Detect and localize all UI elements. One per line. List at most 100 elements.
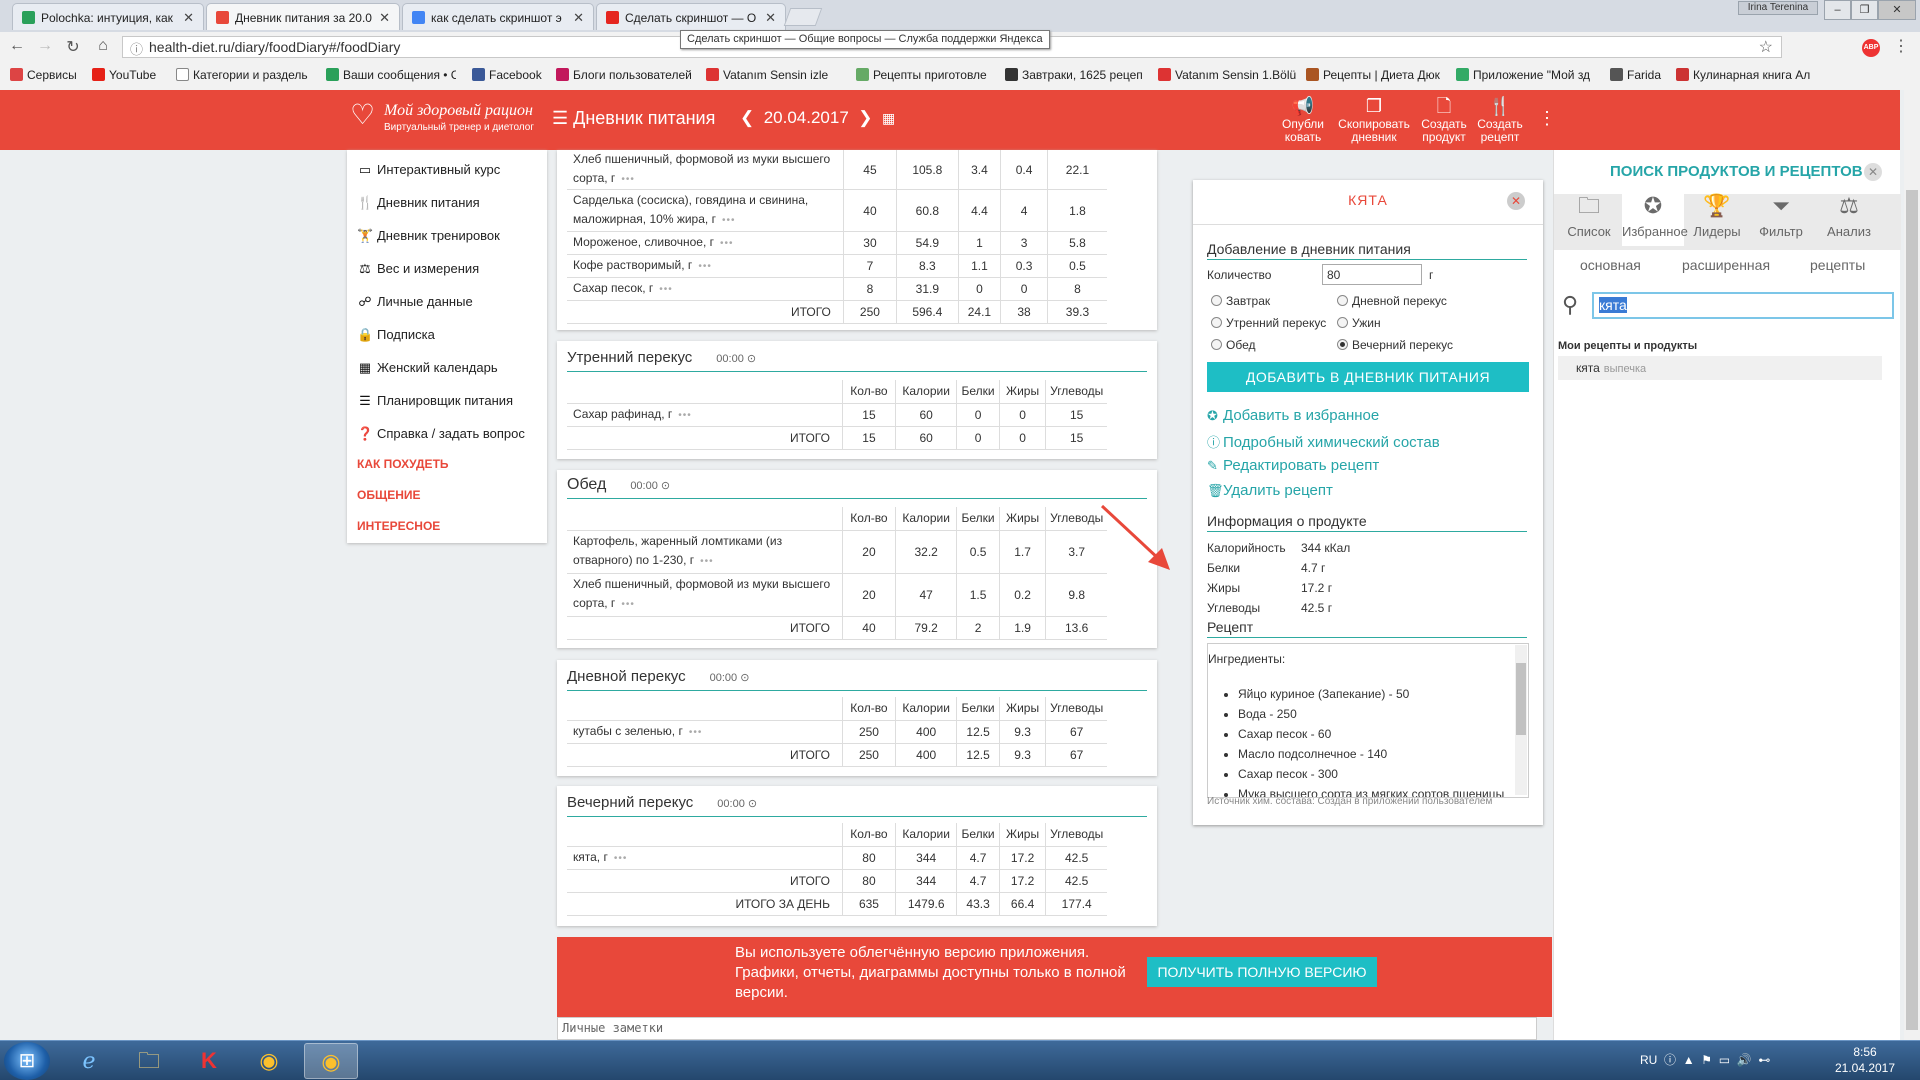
scroll-thumb[interactable] [1516, 663, 1526, 735]
bookmark-breakfasts[interactable]: Завтраки, 1625 рецеп [1005, 68, 1147, 82]
home-icon[interactable]: ⌂ [92, 37, 114, 55]
add-to-diary-button[interactable]: ДОБАВИТЬ В ДНЕВНИК ПИТАНИЯ [1207, 362, 1529, 392]
radio-lunch[interactable]: Обед [1211, 338, 1255, 352]
bookmark-vatanim-2[interactable]: Vatanım Sensin 1.Bölü [1158, 68, 1298, 82]
browser-tab-2[interactable]: Дневник питания за 20.0 ✕ [206, 3, 400, 30]
minimize-icon[interactable]: – [1824, 0, 1851, 20]
cell-qty[interactable]: 40 [842, 189, 897, 232]
tab-leaders[interactable]: 🏆 Лидеры [1686, 195, 1748, 240]
create-product-button[interactable]: 🗋 Создать продукт [1418, 96, 1470, 144]
recipe-scrollbar[interactable] [1515, 645, 1527, 795]
radio-day-snack[interactable]: Дневной перекус [1337, 294, 1447, 308]
tab-analysis[interactable]: ⚖ Анализ [1814, 195, 1884, 240]
language-indicator[interactable]: RU [1640, 1053, 1657, 1067]
bookmark-messages[interactable]: Ваши сообщения • С [326, 68, 456, 82]
search-input[interactable]: кята [1592, 292, 1894, 319]
page-scrollbar[interactable] [1904, 90, 1920, 1040]
close-icon[interactable]: ✕ [1864, 163, 1882, 181]
flag-icon[interactable]: ⚑ [1701, 1053, 1712, 1067]
sidebar-item-help[interactable]: ❓ Справка / задать вопрос [357, 426, 525, 442]
product-name[interactable]: Сахар песок, г ••• [567, 277, 844, 301]
meal-time[interactable]: 00:00 ⊙ [717, 798, 757, 810]
radio-dinner[interactable]: Ужин [1337, 316, 1381, 330]
browser-tab-3[interactable]: как сделать скриншот э ✕ [402, 3, 594, 30]
sidebar-item-course[interactable]: ▭ Интерактивный курс [357, 162, 500, 178]
chrome-active-icon[interactable]: ◉ [304, 1043, 358, 1079]
more-options-icon[interactable]: ••• [621, 174, 635, 185]
bookmark-farida[interactable]: Farida [1610, 68, 1674, 82]
sidebar-item-weight[interactable]: ⚖ Вес и измерения [357, 261, 479, 277]
link-edit-recipe[interactable]: ✎ Редактировать рецепт [1207, 457, 1379, 474]
kaspersky-icon[interactable]: K [182, 1043, 236, 1079]
sidebar-item-training[interactable]: 🏋 Дневник тренировок [357, 228, 500, 244]
more-options-icon[interactable]: ••• [720, 238, 734, 249]
cell-qty[interactable]: 7 [842, 254, 897, 278]
close-window-icon[interactable]: ✕ [1878, 0, 1916, 20]
meal-time[interactable]: 00:00 ⊙ [710, 672, 750, 684]
scroll-thumb[interactable] [1906, 190, 1918, 1030]
notes-field[interactable]: Личные заметки [557, 1017, 1537, 1040]
get-full-version-button[interactable]: ПОЛУЧИТЬ ПОЛНУЮ ВЕРСИЮ [1147, 957, 1377, 987]
next-day-icon[interactable]: ❯ [858, 108, 872, 127]
sidebar-item-planner[interactable]: ☰ Планировщик питания [357, 393, 513, 409]
link-how-to-lose-weight[interactable]: КАК ПОХУДЕТЬ [357, 457, 449, 471]
cell-qty[interactable]: 250 [841, 720, 896, 744]
close-tab-icon[interactable]: ✕ [573, 10, 584, 26]
product-name[interactable]: Сахар рафинад, г ••• [567, 403, 843, 427]
back-icon[interactable]: ← [6, 37, 28, 55]
cell-qty[interactable]: 45 [842, 150, 897, 190]
help-icon[interactable]: ⓘ [1664, 1053, 1676, 1067]
more-options-icon[interactable]: ••• [689, 727, 703, 738]
radio-morning-snack[interactable]: Утренний перекус [1211, 316, 1326, 330]
bookmark-apps[interactable]: Сервисы [10, 68, 85, 82]
bookmark-vatanim[interactable]: Vatanım Sensin izle [706, 68, 842, 82]
cell-qty[interactable]: 20 [841, 530, 896, 574]
link-delete-recipe[interactable]: 🗑Удалить рецепт [1207, 482, 1333, 499]
tab-favorites[interactable]: ✪ Избранное [1622, 194, 1688, 246]
ie-icon[interactable]: ℯ [62, 1043, 116, 1079]
more-options-icon[interactable]: ••• [700, 556, 714, 567]
bookmark-recipes[interactable]: Рецепты приготовле [856, 68, 996, 82]
cell-qty[interactable]: 8 [842, 277, 897, 301]
cell-qty[interactable]: 30 [842, 231, 897, 255]
product-name[interactable]: кутабы с зеленью, г ••• [567, 720, 843, 744]
meal-time[interactable]: 00:00 ⊙ [630, 480, 670, 492]
quantity-input[interactable]: 80 [1322, 264, 1422, 285]
new-tab-button[interactable] [783, 8, 823, 26]
network-icon[interactable]: ⊷ [1758, 1053, 1770, 1067]
link-add-favorite[interactable]: ✪ Добавить в избранное [1207, 407, 1379, 424]
product-name[interactable]: Мороженое, сливочное, г ••• [567, 231, 844, 255]
product-name[interactable]: Сарделька (сосиска), говядина и свинина,… [567, 189, 844, 232]
current-date[interactable]: 20.04.2017 [764, 108, 849, 127]
more-options-icon[interactable]: ••• [722, 215, 736, 226]
bookmark-cookbook[interactable]: Кулинарная книга Ал [1676, 68, 1810, 82]
list-item[interactable]: кята выпечка [1558, 356, 1882, 380]
bookmark-dukan[interactable]: Рецепты | Диета Дюк [1306, 68, 1448, 82]
explorer-icon[interactable]: 🗀 [122, 1043, 176, 1079]
close-tab-icon[interactable]: ✕ [183, 10, 194, 26]
radio-breakfast[interactable]: Завтрак [1211, 294, 1270, 308]
forward-icon[interactable]: → [34, 37, 56, 55]
bookmark-facebook[interactable]: Facebook [472, 68, 552, 82]
sidebar-item-personal[interactable]: ☍ Личные данные [357, 294, 472, 310]
publish-button[interactable]: 📢 Опубли ковать [1280, 96, 1326, 144]
close-tab-icon[interactable]: ✕ [765, 10, 776, 26]
more-options-icon[interactable]: ••• [678, 410, 692, 421]
more-menu-icon[interactable]: ⋮ [1538, 108, 1556, 129]
radio-evening-snack[interactable]: Вечерний перекус [1337, 338, 1453, 352]
more-options-icon[interactable]: ••• [659, 284, 673, 295]
clock[interactable]: 8:56 21.04.2017 [1830, 1044, 1900, 1076]
bookmark-youtube[interactable]: YouTube [92, 68, 167, 82]
product-name[interactable]: кята, г ••• [567, 846, 843, 870]
browser-tab-4[interactable]: Сделать скриншот — О ✕ [596, 3, 786, 30]
close-icon[interactable]: ✕ [1507, 192, 1525, 210]
tab-filter[interactable]: ⏷ Фильтр [1750, 195, 1812, 240]
bookmark-categories[interactable]: Категории и раздель [176, 68, 314, 82]
product-name[interactable]: Хлеб пшеничный, формовой из муки высшего… [567, 150, 844, 190]
browser-menu-icon[interactable]: ⋮ [1893, 36, 1909, 56]
more-options-icon[interactable]: ••• [698, 261, 712, 272]
more-options-icon[interactable]: ••• [614, 853, 628, 864]
reload-icon[interactable]: ↻ [62, 37, 84, 57]
link-chemical-composition[interactable]: ⓘ Подробный химический состав [1207, 432, 1440, 451]
browser-tab-1[interactable]: Polochka: интуиция, как ✕ [12, 3, 204, 30]
